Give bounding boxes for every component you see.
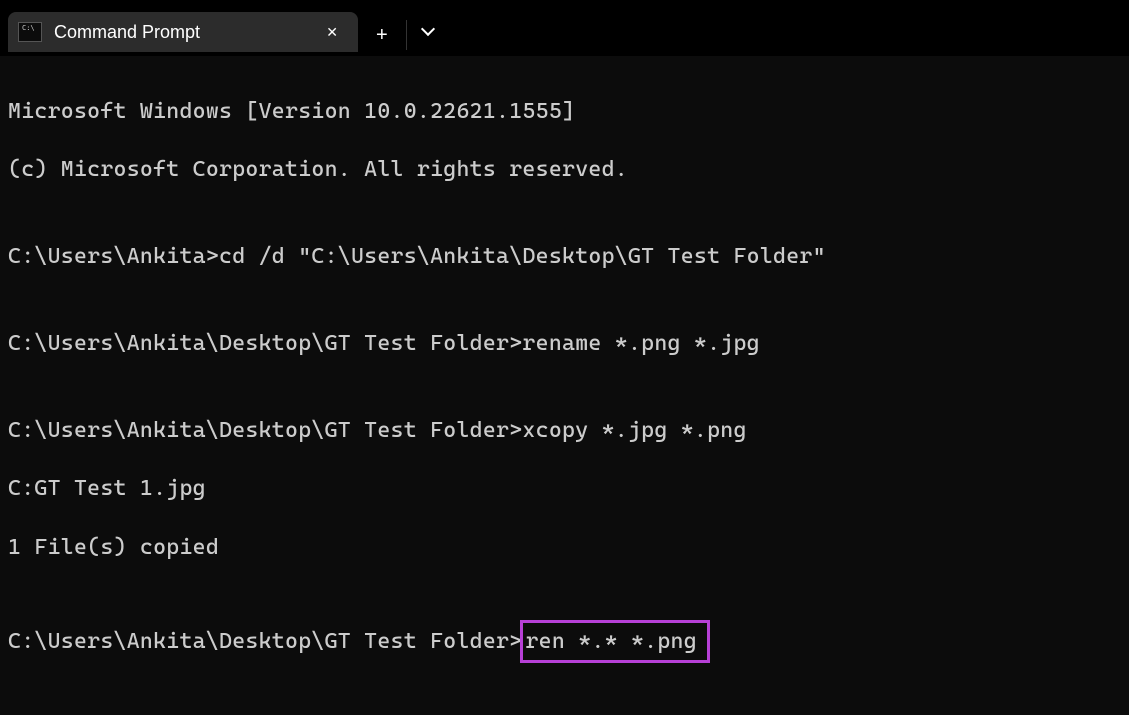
output-line: C:\Users\Ankita>cd /d "C:\Users\Ankita\D…: [8, 242, 1121, 271]
output-line: Microsoft Windows [Version 10.0.22621.15…: [8, 97, 1121, 126]
chevron-down-icon: [421, 22, 435, 36]
current-prompt-line: C:\Users\Ankita\Desktop\GT Test Folder>r…: [8, 620, 1121, 663]
tab-title: Command Prompt: [54, 22, 318, 43]
close-icon[interactable]: ✕: [318, 20, 346, 45]
new-tab-button[interactable]: +: [358, 14, 406, 57]
terminal-icon-glyph: C:\: [22, 25, 35, 32]
terminal-icon: C:\: [18, 22, 42, 42]
terminal-output[interactable]: Microsoft Windows [Version 10.0.22621.15…: [0, 56, 1129, 704]
output-line: C:\Users\Ankita\Desktop\GT Test Folder>x…: [8, 416, 1121, 445]
prompt-prefix: C:\Users\Ankita\Desktop\GT Test Folder>: [8, 627, 522, 656]
output-line: 1 File(s) copied: [8, 533, 1121, 562]
tab-dropdown-button[interactable]: [407, 14, 449, 52]
tab-command-prompt[interactable]: C:\ Command Prompt ✕: [8, 12, 358, 52]
output-line: C:GT Test 1.jpg: [8, 474, 1121, 503]
output-line: C:\Users\Ankita\Desktop\GT Test Folder>r…: [8, 329, 1121, 358]
title-bar: C:\ Command Prompt ✕ +: [0, 0, 1129, 56]
output-line: (c) Microsoft Corporation. All rights re…: [8, 155, 1121, 184]
highlighted-command: ren *.* *.png: [520, 620, 709, 663]
